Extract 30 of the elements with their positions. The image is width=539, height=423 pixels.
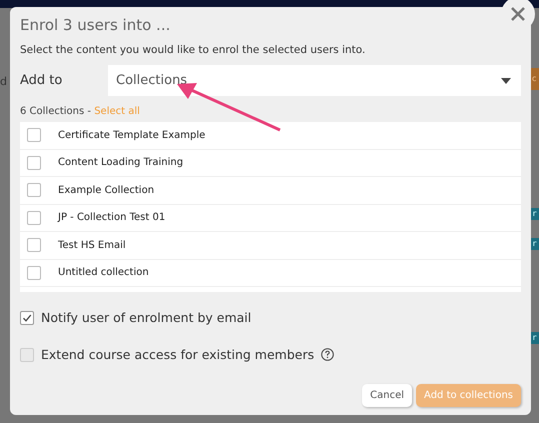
dropdown-caret-icon [501,78,511,84]
collection-checkbox[interactable] [27,128,41,142]
collection-checkbox[interactable] [27,210,41,225]
collection-checkbox[interactable] [27,266,41,280]
help-icon[interactable] [321,348,334,361]
option-label: Notify user of enrolment by email [41,310,252,325]
option-checkbox[interactable] [20,310,34,324]
collection-checkbox[interactable] [27,156,41,170]
collection-checkbox[interactable] [27,238,41,252]
dialog-title: Enrol 3 users into ... [20,16,172,34]
add-to-label: Add to [20,73,64,88]
dialog-subtitle: Select the content you would like to enrol the selected users into. [20,44,366,56]
option-checkbox[interactable] [20,348,34,362]
collection-name: Test HS Email [58,240,126,251]
background-tag: r [531,332,539,344]
collection-checkbox[interactable] [27,183,41,198]
option-label: Extend course access for existing members [41,347,314,362]
collection-name: Certificate Template Example [58,130,206,141]
background-text: d [0,75,7,88]
collection-name: JP - Collection Test 01 [58,212,166,224]
collection-name: Example Collection [58,184,154,196]
collection-count: 6 Collections - [20,106,92,117]
content-type-select[interactable]: Collections [108,65,521,96]
checkmark-icon [22,312,32,322]
close-icon [511,7,525,21]
collection-name: Untitled collection [58,267,149,278]
background-tag: r [531,238,539,250]
collection-name: Content Loading Training [58,157,184,168]
background-tag: r [531,208,539,220]
cancel-button[interactable]: Cancel [362,384,412,407]
